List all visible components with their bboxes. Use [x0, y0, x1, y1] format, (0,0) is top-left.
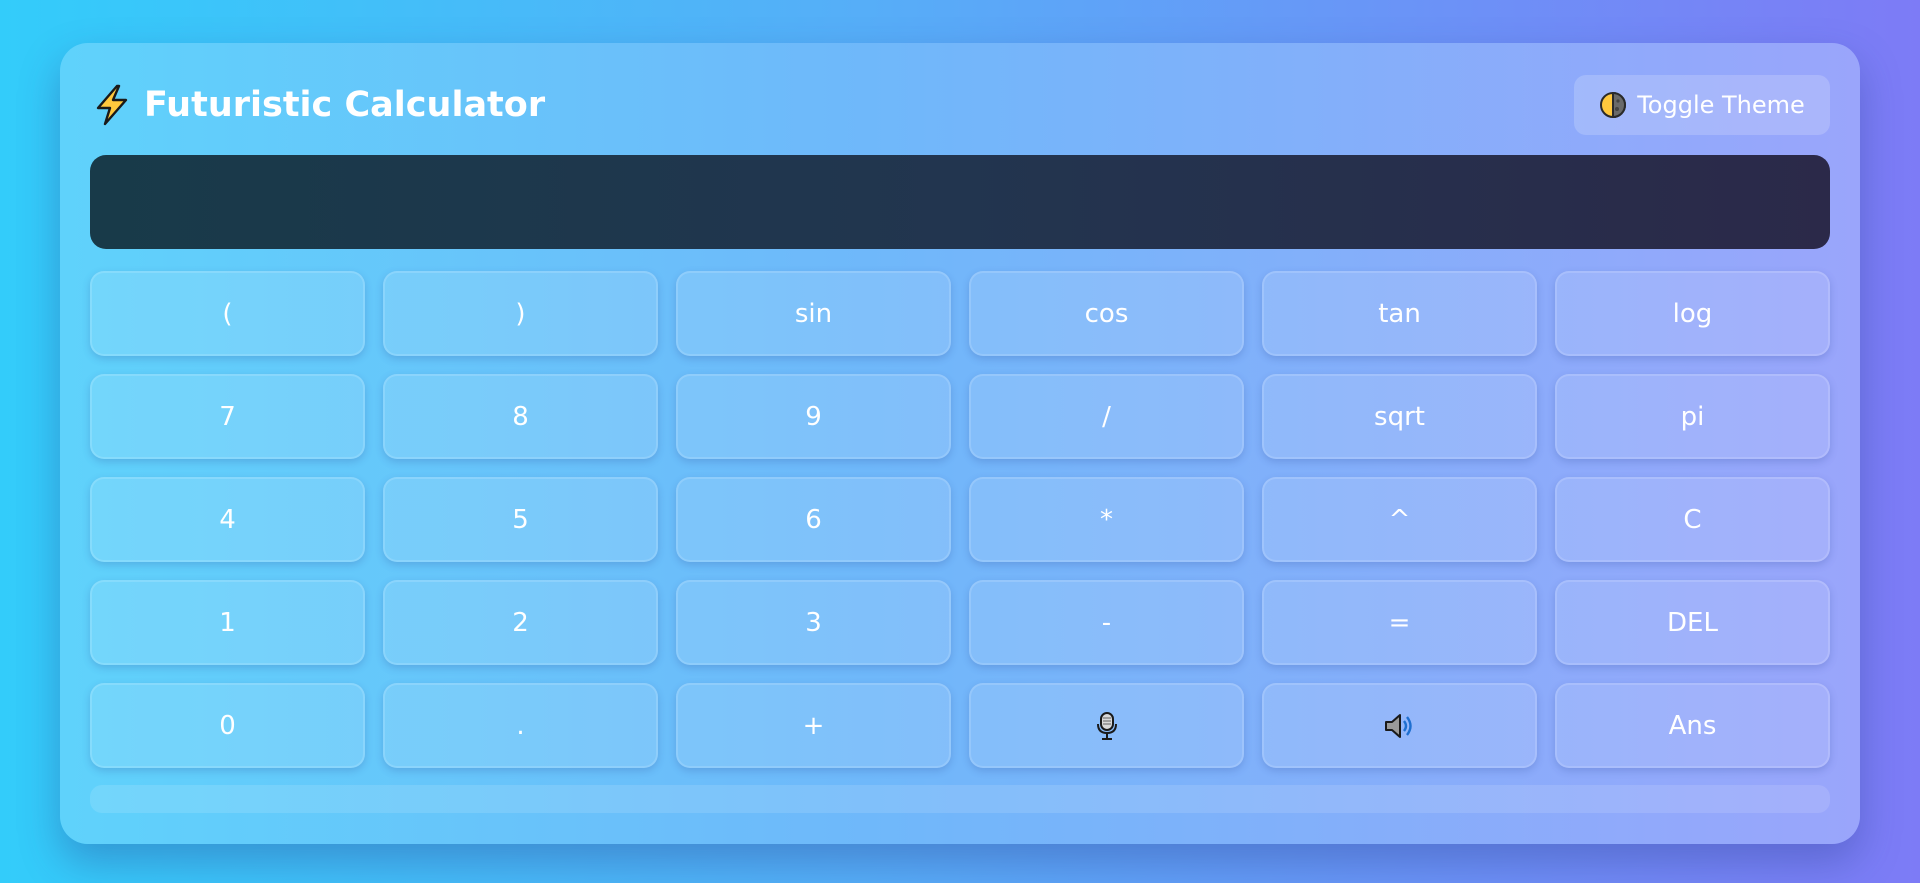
digit-2-key[interactable]: 2: [383, 580, 658, 665]
key-label: C: [1683, 504, 1702, 535]
key-label: ): [515, 298, 526, 329]
key-label: *: [1100, 504, 1113, 535]
toggle-theme-label: Toggle Theme: [1637, 91, 1805, 119]
key-label: sqrt: [1374, 401, 1425, 432]
key-label: 9: [805, 401, 822, 432]
digit-6-key[interactable]: 6: [676, 477, 951, 562]
lightning-bolt-icon: [90, 83, 134, 127]
calculator-display: [90, 155, 1830, 249]
key-label: 2: [512, 607, 529, 638]
key-label: -: [1101, 607, 1112, 638]
microphone-icon: [1094, 711, 1120, 741]
subtract-key[interactable]: -: [969, 580, 1244, 665]
close-paren-key[interactable]: ): [383, 271, 658, 356]
key-label: /: [1102, 401, 1111, 432]
power-key[interactable]: ^: [1262, 477, 1537, 562]
key-label: Ans: [1668, 710, 1717, 741]
multiply-key[interactable]: *: [969, 477, 1244, 562]
key-label: DEL: [1667, 607, 1718, 638]
sin-key[interactable]: sin: [676, 271, 951, 356]
key-label: 5: [512, 504, 529, 535]
keypad: () sin cos tan log 7 8 9 / sqrt pi 4 5 6 * ^ C 1 2 3 - = DEL 0.…: [90, 271, 1830, 768]
equals-key[interactable]: =: [1262, 580, 1537, 665]
digit-0-key[interactable]: 0: [90, 683, 365, 768]
app-title: Futuristic Calculator: [144, 85, 546, 125]
add-key[interactable]: +: [676, 683, 951, 768]
pi-key[interactable]: pi: [1555, 374, 1830, 459]
log-key[interactable]: log: [1555, 271, 1830, 356]
key-label: pi: [1680, 401, 1705, 432]
speaker-icon: [1383, 712, 1417, 740]
digit-4-key[interactable]: 4: [90, 477, 365, 562]
key-label: +: [802, 710, 825, 741]
digit-3-key[interactable]: 3: [676, 580, 951, 665]
cos-key[interactable]: cos: [969, 271, 1244, 356]
key-label: ^: [1388, 504, 1411, 535]
calculator-panel: Futuristic Calculator Toggle Theme () sin…: [60, 43, 1860, 844]
key-label: 1: [219, 607, 236, 638]
answer-key[interactable]: Ans: [1555, 683, 1830, 768]
speak-result-key[interactable]: [1262, 683, 1537, 768]
key-label: .: [516, 710, 525, 741]
divide-key[interactable]: /: [969, 374, 1244, 459]
voice-input-key[interactable]: [969, 683, 1244, 768]
title-wrap: Futuristic Calculator: [90, 75, 545, 135]
digit-5-key[interactable]: 5: [383, 477, 658, 562]
key-label: log: [1672, 298, 1713, 329]
sqrt-key[interactable]: sqrt: [1262, 374, 1537, 459]
decimal-key[interactable]: .: [383, 683, 658, 768]
key-label: sin: [794, 298, 833, 329]
key-label: 7: [219, 401, 236, 432]
toggle-theme-button[interactable]: Toggle Theme: [1574, 75, 1830, 135]
key-label: cos: [1084, 298, 1129, 329]
digit-8-key[interactable]: 8: [383, 374, 658, 459]
tan-key[interactable]: tan: [1262, 271, 1537, 356]
open-paren-key[interactable]: (: [90, 271, 365, 356]
digit-7-key[interactable]: 7: [90, 374, 365, 459]
clear-key[interactable]: C: [1555, 477, 1830, 562]
key-label: 4: [219, 504, 236, 535]
key-label: (: [222, 298, 233, 329]
key-label: 8: [512, 401, 529, 432]
key-label: tan: [1378, 298, 1421, 329]
delete-key[interactable]: DEL: [1555, 580, 1830, 665]
half-moon-icon: [1599, 91, 1627, 119]
key-label: 6: [805, 504, 822, 535]
key-label: 0: [219, 710, 236, 741]
digit-9-key[interactable]: 9: [676, 374, 951, 459]
key-label: =: [1388, 607, 1411, 638]
key-label: 3: [805, 607, 822, 638]
header: Futuristic Calculator Toggle Theme: [90, 75, 1830, 135]
digit-1-key[interactable]: 1: [90, 580, 365, 665]
status-bar: [90, 785, 1830, 813]
